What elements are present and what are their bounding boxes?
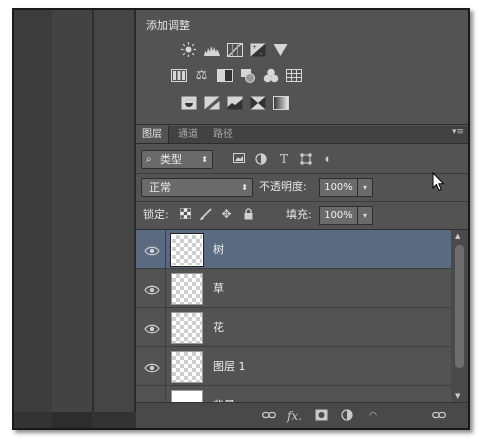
filter-kind-select[interactable]: ⌕ 类型 ⬍ [141,150,213,169]
smart-object-filter-icon[interactable]: ◖ [321,153,333,165]
trash-icon[interactable] [432,409,446,423]
right-panel: 添加调整 + - ⚖ 图层 通道 路径 ▾≡ ⌕ 类型 ⬍ T ◖ 正常 ⬍ 不… [136,10,468,428]
blend-mode-value: 正常 [149,181,171,194]
layer-row[interactable]: 花 [136,308,451,347]
scroll-down-icon[interactable]: ▼ [455,392,460,400]
link-icon[interactable] [262,409,276,423]
adjustment-layer-icon[interactable] [340,409,354,423]
tab-channels[interactable]: 通道 [172,126,204,143]
lock-position-move-icon[interactable]: ✥ [220,208,233,221]
posterize-icon[interactable] [203,95,220,110]
lock-all-icon[interactable] [242,208,255,221]
layer-name[interactable]: 花 [213,319,224,335]
layer-thumbnail [171,234,203,266]
layer-row[interactable]: 草 [136,269,451,308]
svg-text:-: - [260,50,262,57]
tab-layers[interactable]: 图层 [136,126,169,143]
workspace-background [14,10,136,428]
layer-row[interactable]: 树 [136,230,451,269]
opacity-input[interactable]: 100% [319,178,358,197]
group-icon[interactable]: ◠ [366,409,380,423]
channel-mixer-icon[interactable] [262,68,279,83]
updown-arrow-icon: ⬍ [241,183,248,192]
mask-icon[interactable] [314,409,328,423]
updown-arrow-icon: ⬍ [201,155,208,164]
fill-dropdown-button[interactable]: ▾ [357,206,373,225]
adjustments-title: 添加调整 [146,19,190,32]
visibility-eye-icon[interactable] [144,359,160,373]
layer-row[interactable]: 背景 [136,386,451,402]
exposure-icon[interactable]: + - [249,42,266,57]
panel-menu-icon[interactable]: ▾≡ [452,127,464,137]
visibility-eye-icon[interactable] [144,242,160,256]
filter-kind-label: 类型 [160,153,182,166]
color-balance-icon[interactable] [170,68,187,83]
layer-name[interactable]: 图层 1 [213,358,246,374]
color-lookup-icon[interactable] [285,68,302,83]
screenshot-frame: 添加调整 + - ⚖ 图层 通道 路径 ▾≡ ⌕ 类型 ⬍ T ◖ 正常 ⬍ 不… [12,8,470,430]
layers-list: 树 草 花 图层 1 [136,230,451,402]
lock-transparent-icon[interactable] [179,208,192,221]
search-icon: ⌕ [146,154,152,165]
lock-label: 锁定: [143,208,169,221]
layer-name[interactable]: 树 [213,241,224,257]
adjustments-panel: 添加调整 + - ⚖ [136,10,468,125]
gradient-map-icon[interactable] [272,95,289,110]
layer-thumbnail [171,273,203,305]
layers-scrollbar[interactable]: ▲ ▼ [451,230,468,402]
layer-thumbnail [171,312,203,344]
vibrance-icon[interactable] [272,42,289,57]
layer-row[interactable]: 图层 1 [136,347,451,386]
brightness-icon[interactable] [180,42,197,57]
invert-icon[interactable] [180,95,197,110]
visibility-eye-icon[interactable] [144,320,160,334]
opacity-label: 不透明度: [259,180,307,193]
curves-icon[interactable] [226,42,243,57]
text-filter-icon[interactable]: T [278,153,290,165]
scrollbar-thumb[interactable] [455,245,464,368]
adjustment-filter-icon[interactable] [255,153,267,165]
photo-filter-icon[interactable] [239,68,256,83]
layer-name[interactable]: 草 [213,280,224,296]
lock-pixels-brush-icon[interactable] [199,208,212,221]
scroll-up-icon[interactable]: ▲ [455,232,460,240]
fx-icon[interactable]: fx. [287,409,302,423]
layer-thumbnail [171,351,203,383]
filter-row: ⌕ 类型 ⬍ T ◖ [136,148,468,170]
fill-input[interactable]: 100% [319,206,358,225]
blend-mode-select[interactable]: 正常 ⬍ [141,178,253,197]
threshold-icon[interactable] [226,95,243,110]
black-white-icon[interactable] [216,68,233,83]
opacity-dropdown-button[interactable]: ▾ [357,178,373,197]
visibility-eye-icon[interactable] [144,281,160,295]
shape-filter-icon[interactable] [300,153,312,165]
tab-paths[interactable]: 路径 [207,126,239,143]
svg-text:+: + [252,44,257,51]
lock-row: 锁定: ✥ 填充: 100% ▾ [136,204,468,226]
layer-thumbnail [171,390,203,402]
layers-footer: fx. ◠ [136,402,468,428]
pixel-filter-icon[interactable] [233,153,245,165]
scale-balance-icon[interactable]: ⚖ [193,68,210,83]
fill-label: 填充: [286,208,312,221]
mouse-cursor-icon [432,171,446,192]
selective-color-icon[interactable] [249,95,266,110]
blend-row: 正常 ⬍ 不透明度: 100% ▾ [136,176,468,198]
levels-icon[interactable] [203,42,220,57]
layers-tabs: 图层 通道 路径 ▾≡ [136,126,468,144]
